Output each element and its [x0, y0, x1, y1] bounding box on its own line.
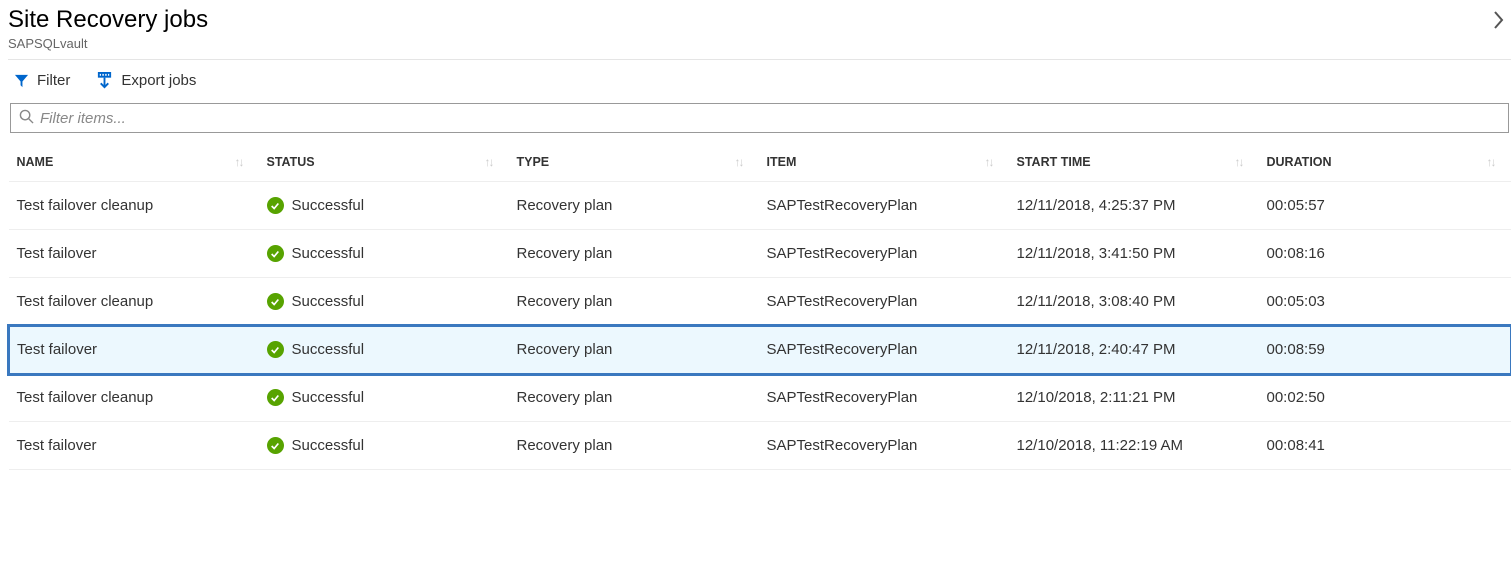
sort-icon: ↑↓ — [985, 155, 993, 169]
cell-name: Test failover cleanup — [9, 182, 259, 230]
cell-start-time: 12/11/2018, 4:25:37 PM — [1009, 182, 1259, 230]
column-header-start-time[interactable]: START TIME↑↓ — [1009, 143, 1259, 182]
cell-duration: 00:08:59 — [1259, 326, 1511, 374]
cell-item: SAPTestRecoveryPlan — [759, 278, 1009, 326]
cell-duration: 00:08:16 — [1259, 230, 1511, 278]
cell-item: SAPTestRecoveryPlan — [759, 230, 1009, 278]
page-title: Site Recovery jobs — [8, 6, 208, 34]
sort-icon: ↑↓ — [735, 155, 743, 169]
success-icon — [267, 245, 284, 262]
cell-type: Recovery plan — [509, 230, 759, 278]
cell-name: Test failover cleanup — [9, 374, 259, 422]
cell-start-time: 12/10/2018, 2:11:21 PM — [1009, 374, 1259, 422]
header-divider — [8, 59, 1511, 60]
table-row[interactable]: Test failover Successful Recovery planSAPT… — [9, 326, 1511, 374]
cell-status: Successful — [259, 278, 509, 326]
cell-duration: 00:05:03 — [1259, 278, 1511, 326]
cell-status: Successful — [259, 182, 509, 230]
cell-status: Successful — [259, 422, 509, 470]
cell-name: Test failover — [9, 422, 259, 470]
table-row[interactable]: Test failover Successful Recovery planSAPT… — [9, 422, 1511, 470]
cell-item: SAPTestRecoveryPlan — [759, 326, 1009, 374]
status-text: Successful — [292, 389, 365, 406]
table-row[interactable]: Test failover cleanup Successful Recovery … — [9, 374, 1511, 422]
cell-duration: 00:08:41 — [1259, 422, 1511, 470]
cell-start-time: 12/10/2018, 11:22:19 AM — [1009, 422, 1259, 470]
column-header-duration[interactable]: DURATION↑↓ — [1259, 143, 1511, 182]
cell-item: SAPTestRecoveryPlan — [759, 422, 1009, 470]
jobs-table: NAME↑↓ STATUS↑↓ TYPE↑↓ ITEM↑↓ START TIME… — [8, 143, 1511, 470]
cell-type: Recovery plan — [509, 182, 759, 230]
status-text: Successful — [292, 293, 365, 310]
cell-item: SAPTestRecoveryPlan — [759, 374, 1009, 422]
cell-duration: 00:05:57 — [1259, 182, 1511, 230]
cell-item: SAPTestRecoveryPlan — [759, 182, 1009, 230]
cell-type: Recovery plan — [509, 374, 759, 422]
cell-type: Recovery plan — [509, 278, 759, 326]
filter-button[interactable]: Filter — [14, 72, 70, 89]
cell-status: Successful — [259, 326, 509, 374]
success-icon — [267, 389, 284, 406]
close-panel-button[interactable] — [1493, 6, 1505, 36]
column-header-name[interactable]: NAME↑↓ — [9, 143, 259, 182]
column-header-item[interactable]: ITEM↑↓ — [759, 143, 1009, 182]
cell-name: Test failover — [9, 326, 259, 374]
filter-input[interactable] — [40, 110, 1500, 127]
chevron-right-icon — [1493, 10, 1505, 30]
table-row[interactable]: Test failover Successful Recovery planSAPT… — [9, 230, 1511, 278]
status-text: Successful — [292, 197, 365, 214]
export-icon — [96, 72, 113, 89]
sort-icon: ↑↓ — [1235, 155, 1243, 169]
search-icon — [19, 109, 34, 127]
success-icon — [267, 197, 284, 214]
sort-icon: ↑↓ — [235, 155, 243, 169]
export-label: Export jobs — [121, 72, 196, 89]
status-text: Successful — [292, 341, 365, 358]
status-text: Successful — [292, 437, 365, 454]
cell-duration: 00:02:50 — [1259, 374, 1511, 422]
filter-search-box[interactable] — [10, 103, 1509, 133]
cell-start-time: 12/11/2018, 2:40:47 PM — [1009, 326, 1259, 374]
funnel-icon — [14, 73, 29, 88]
export-jobs-button[interactable]: Export jobs — [96, 72, 196, 89]
cell-name: Test failover — [9, 230, 259, 278]
success-icon — [267, 341, 284, 358]
column-header-type[interactable]: TYPE↑↓ — [509, 143, 759, 182]
sort-icon: ↑↓ — [1487, 155, 1495, 169]
cell-status: Successful — [259, 230, 509, 278]
cell-name: Test failover cleanup — [9, 278, 259, 326]
cell-type: Recovery plan — [509, 326, 759, 374]
status-text: Successful — [292, 245, 365, 262]
cell-start-time: 12/11/2018, 3:41:50 PM — [1009, 230, 1259, 278]
page-subtitle: SAPSQLvault — [8, 36, 208, 51]
table-row[interactable]: Test failover cleanup Successful Recovery … — [9, 182, 1511, 230]
success-icon — [267, 293, 284, 310]
column-header-status[interactable]: STATUS↑↓ — [259, 143, 509, 182]
sort-icon: ↑↓ — [485, 155, 493, 169]
success-icon — [267, 437, 284, 454]
cell-type: Recovery plan — [509, 422, 759, 470]
cell-start-time: 12/11/2018, 3:08:40 PM — [1009, 278, 1259, 326]
table-row[interactable]: Test failover cleanup Successful Recovery … — [9, 278, 1511, 326]
filter-label: Filter — [37, 72, 70, 89]
cell-status: Successful — [259, 374, 509, 422]
